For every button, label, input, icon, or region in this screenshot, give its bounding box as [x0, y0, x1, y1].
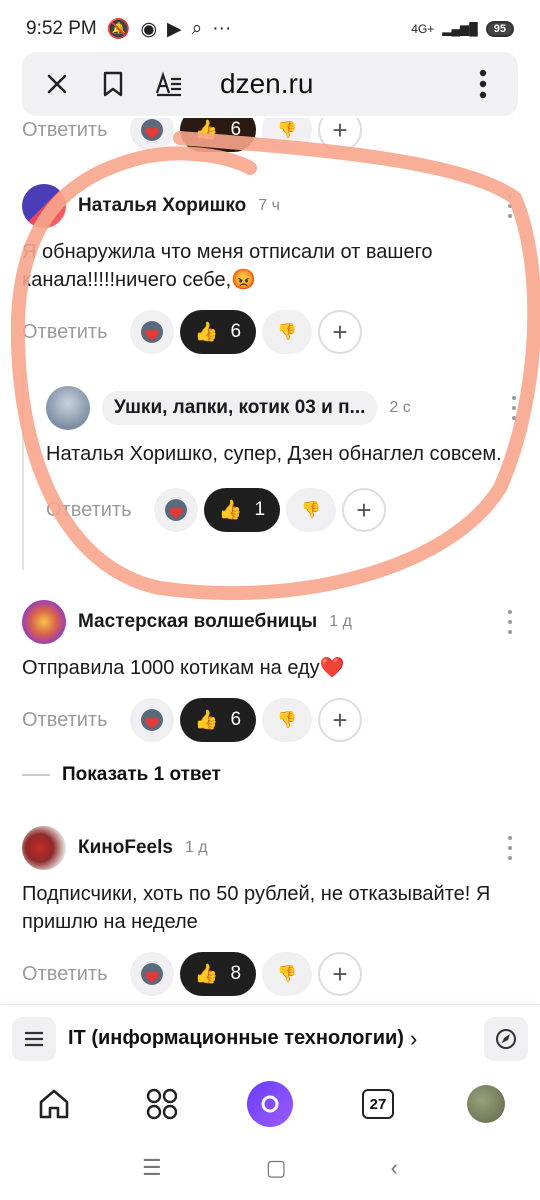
- reply-button[interactable]: Ответить: [22, 321, 130, 344]
- chevron-right-icon[interactable]: ›: [410, 1026, 417, 1052]
- reply-button[interactable]: Ответить: [22, 119, 130, 142]
- comment-time: 1 д: [184, 839, 208, 856]
- calendar-icon[interactable]: 27: [354, 1080, 402, 1128]
- comment-time: 1 д: [329, 613, 352, 630]
- reaction-heart-icon[interactable]: [130, 310, 174, 354]
- more-vertical-icon[interactable]: [466, 67, 500, 101]
- signal-icon: ▂▄▆█: [442, 22, 478, 36]
- reply-button[interactable]: Ответить: [46, 499, 154, 522]
- services-grid-icon[interactable]: [138, 1080, 186, 1128]
- like-button[interactable]: 👍 6: [180, 118, 256, 152]
- comments-feed: Ответить 👍 6 👎 + Наталья Хоришко 7 ч Я об…: [0, 118, 540, 1004]
- edit-feed-icon[interactable]: [484, 1016, 528, 1061]
- comment-menu-icon[interactable]: [508, 194, 514, 218]
- home-button-icon[interactable]: ▢: [266, 1155, 287, 1181]
- mute-icon: 🔕: [106, 19, 131, 40]
- thumbs-up-icon: 👍: [194, 322, 219, 343]
- thread-line: [22, 370, 24, 570]
- youtube-icon: ▶: [167, 18, 182, 40]
- dislike-button[interactable]: 👎: [262, 952, 312, 996]
- bookmark-icon[interactable]: [96, 67, 130, 101]
- show-replies-label: Показать 1 ответ: [62, 764, 221, 785]
- comment-item: КиноFeels 1 д Подписчики, хоть по 50 руб…: [22, 826, 522, 1004]
- add-reaction-button[interactable]: +: [342, 488, 386, 532]
- like-button[interactable]: 👍 6: [180, 310, 256, 354]
- back-icon[interactable]: ‹: [391, 1155, 398, 1181]
- network-label: 4G+: [411, 22, 435, 36]
- reply-item: Ушки, лапки, котик 03 и п... 2 с Наталья…: [46, 386, 516, 576]
- like-count: 6: [230, 119, 242, 140]
- reaction-heart-icon[interactable]: [130, 698, 174, 742]
- topic-title[interactable]: IT (информационные технологии): [68, 1027, 404, 1050]
- add-reaction-button[interactable]: +: [318, 310, 362, 354]
- topic-bar: IT (информационные технологии) ›: [0, 1004, 540, 1072]
- dislike-button[interactable]: 👎: [262, 698, 312, 742]
- calendar-day: 27: [362, 1089, 394, 1119]
- search-icon: ⌕: [191, 18, 203, 39]
- avatar[interactable]: [22, 600, 66, 644]
- comment-text: Отправила 1000 котикам на еду❤️: [22, 657, 345, 679]
- thumbs-up-icon: 👍: [194, 964, 219, 985]
- close-icon[interactable]: [40, 67, 74, 101]
- like-button[interactable]: 👍 6: [180, 698, 256, 742]
- avatar[interactable]: [22, 826, 66, 870]
- comment-menu-icon[interactable]: [508, 836, 514, 860]
- browser-toolbar: dzen.ru: [22, 52, 518, 116]
- like-count: 6: [230, 709, 242, 730]
- home-icon[interactable]: [30, 1080, 78, 1128]
- clock: 9:52 PM: [26, 18, 97, 39]
- thumbs-up-icon: 👍: [218, 500, 243, 521]
- profile-avatar[interactable]: [462, 1080, 510, 1128]
- alice-assistant-icon[interactable]: [246, 1080, 294, 1128]
- dislike-button[interactable]: 👎: [262, 310, 312, 354]
- like-count: 8: [230, 963, 242, 984]
- comment-menu-icon[interactable]: [512, 396, 518, 420]
- comment-author[interactable]: Ушки, лапки, котик 03 и п...: [102, 391, 378, 425]
- like-button[interactable]: 👍 8: [180, 952, 256, 996]
- comment-author[interactable]: Наталья Хоришко: [78, 195, 246, 217]
- dislike-button[interactable]: 👎: [286, 488, 336, 532]
- like-count: 1: [254, 499, 266, 520]
- partial-comment-actions: Ответить 👍 6 👎 +: [22, 118, 522, 152]
- add-reaction-button[interactable]: +: [318, 118, 362, 152]
- comment-author[interactable]: КиноFeels: [78, 837, 173, 859]
- add-reaction-button[interactable]: +: [318, 952, 362, 996]
- like-count: 6: [230, 321, 242, 342]
- recent-apps-icon[interactable]: ☰: [142, 1155, 162, 1181]
- system-navigation: ☰ ▢ ‹: [0, 1136, 540, 1200]
- comment-author[interactable]: Мастерская волшебницы: [78, 611, 317, 633]
- reaction-heart-icon[interactable]: [130, 118, 174, 152]
- comment-text: Подписчики, хоть по 50 рублей, не отказы…: [22, 883, 491, 933]
- comment-menu-icon[interactable]: [508, 610, 514, 634]
- comment-text: Я обнаружила что меня отписали от вашего…: [22, 241, 433, 291]
- comment-item: Наталья Хоришко 7 ч Я обнаружила что мен…: [22, 184, 522, 374]
- dislike-button[interactable]: 👎: [262, 118, 312, 152]
- reply-button[interactable]: Ответить: [22, 963, 130, 986]
- reaction-heart-icon[interactable]: [130, 952, 174, 996]
- thumbs-up-icon: 👍: [194, 710, 219, 731]
- thumbs-up-icon: 👍: [194, 120, 219, 141]
- url-text[interactable]: dzen.ru: [220, 68, 313, 100]
- comment-time: 2 с: [389, 399, 411, 416]
- like-button[interactable]: 👍 1: [204, 488, 280, 532]
- whatsapp-icon: ◉: [140, 18, 158, 40]
- comment-text: Наталья Хоришко, супер, Дзен обнаглел со…: [46, 443, 502, 465]
- reader-mode-icon[interactable]: [152, 67, 186, 101]
- bottom-navigation: 27: [0, 1072, 540, 1136]
- avatar[interactable]: [22, 184, 66, 228]
- more-dots-icon: ···: [212, 18, 232, 39]
- status-bar: 9:52 PM 🔕 ◉ ▶ ⌕ ··· 4G+ ▂▄▆█ 95: [0, 0, 540, 58]
- comment-item: Мастерская волшебницы 1 д Отправила 1000…: [22, 600, 522, 750]
- divider: [22, 774, 50, 776]
- comment-time: 7 ч: [258, 197, 280, 214]
- menu-icon[interactable]: [12, 1016, 56, 1061]
- avatar[interactable]: [46, 386, 90, 430]
- show-replies-button[interactable]: Показать 1 ответ: [22, 764, 221, 786]
- battery-icon: 95: [485, 21, 514, 37]
- reply-button[interactable]: Ответить: [22, 709, 130, 732]
- add-reaction-button[interactable]: +: [318, 698, 362, 742]
- reaction-heart-icon[interactable]: [154, 488, 198, 532]
